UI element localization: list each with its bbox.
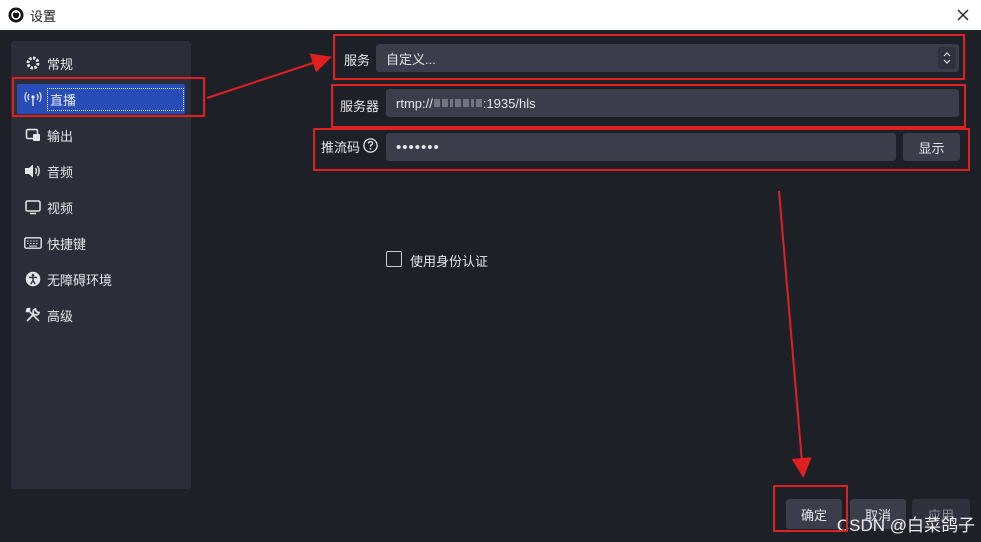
select-updown-icon bbox=[938, 47, 956, 69]
settings-sidebar: 常规 直播 输出 音频 视频 快捷键 无障碍环境 高级 bbox=[11, 41, 191, 489]
show-key-button[interactable]: 显示 bbox=[903, 133, 960, 161]
keyboard-icon bbox=[24, 234, 42, 252]
service-label: 服务 bbox=[344, 53, 371, 68]
server-input[interactable]: rtmp:// :1935/hls bbox=[386, 89, 959, 117]
sidebar-item-hotkeys[interactable]: 快捷键 bbox=[17, 228, 185, 258]
title-bar: 设置 bbox=[0, 0, 981, 30]
sidebar-item-output[interactable]: 输出 bbox=[17, 120, 185, 150]
sidebar-item-label: 输出 bbox=[47, 128, 74, 144]
antenna-icon bbox=[24, 90, 42, 108]
redacted-host bbox=[433, 99, 483, 107]
sidebar-item-label: 直播 bbox=[47, 87, 184, 111]
sidebar-item-label: 音频 bbox=[47, 164, 74, 180]
server-label: 服务器 bbox=[340, 99, 380, 114]
use-auth-checkbox[interactable] bbox=[386, 251, 402, 267]
sidebar-item-label: 快捷键 bbox=[47, 236, 87, 252]
server-suffix: :1935/hls bbox=[482, 95, 536, 111]
ok-button[interactable]: 确定 bbox=[786, 499, 842, 529]
sidebar-item-audio[interactable]: 音频 bbox=[17, 156, 185, 186]
sidebar-item-label: 视频 bbox=[47, 200, 74, 216]
sidebar-item-label: 高级 bbox=[47, 308, 74, 324]
sidebar-item-accessibility[interactable]: 无障碍环境 bbox=[17, 264, 185, 294]
close-icon[interactable] bbox=[953, 5, 973, 25]
sidebar-item-general[interactable]: 常规 bbox=[17, 48, 185, 78]
accessibility-icon bbox=[24, 270, 42, 288]
service-value: 自定义... bbox=[386, 51, 436, 67]
speaker-icon bbox=[24, 162, 42, 180]
stream-key-value: ••••••• bbox=[396, 138, 440, 156]
sidebar-item-video[interactable]: 视频 bbox=[17, 192, 185, 222]
sidebar-item-label: 无障碍环境 bbox=[47, 272, 113, 288]
tools-icon bbox=[24, 306, 42, 324]
use-auth-label: 使用身份认证 bbox=[410, 254, 489, 269]
window-title: 设置 bbox=[30, 8, 57, 24]
monitor-icon bbox=[24, 198, 42, 216]
stream-key-input[interactable]: ••••••• bbox=[386, 133, 896, 161]
sidebar-item-stream[interactable]: 直播 bbox=[17, 84, 185, 114]
obs-logo-icon bbox=[8, 7, 24, 23]
help-icon[interactable] bbox=[363, 138, 378, 153]
watermark: CSDN @白菜鸽子 bbox=[836, 516, 975, 535]
stream-key-label: 推流码 bbox=[321, 140, 361, 155]
output-icon bbox=[24, 126, 42, 144]
sidebar-item-label: 常规 bbox=[47, 56, 74, 72]
sidebar-item-advanced[interactable]: 高级 bbox=[17, 300, 185, 330]
arrow-sidebar-to-service bbox=[206, 53, 332, 99]
gear-icon bbox=[24, 54, 42, 72]
arrow-to-ok-button bbox=[778, 190, 812, 478]
service-select[interactable]: 自定义... bbox=[376, 44, 959, 72]
server-prefix: rtmp:// bbox=[396, 95, 433, 111]
